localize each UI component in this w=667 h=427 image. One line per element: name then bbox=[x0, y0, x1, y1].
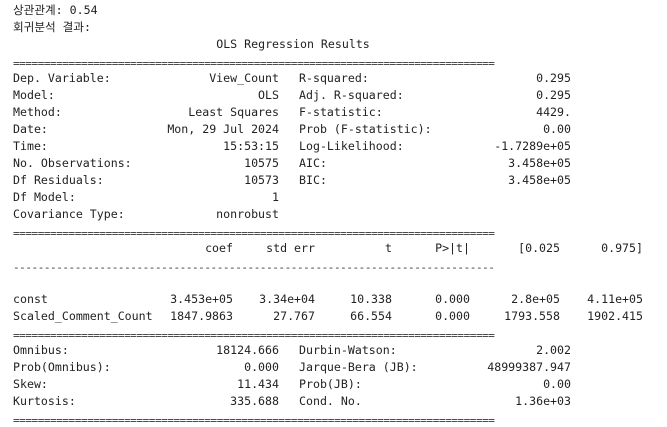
summary-row: Dep. Variable: View_Count R-squared: 0.295 bbox=[13, 70, 663, 87]
summary-row: Time: 15:53:15 Log-Likelihood: -1.7289e+05 bbox=[13, 138, 663, 155]
coef-row: const 3.453e+05 3.34e+04 10.338 0.000 2.8e+05… bbox=[13, 291, 663, 308]
coef-value: 66.554 bbox=[350, 309, 392, 323]
coef-value: 10.338 bbox=[350, 292, 392, 306]
stat-value: 15:53:15 bbox=[223, 139, 279, 153]
coef-table: const 3.453e+05 3.34e+04 10.338 0.000 2.8e+05… bbox=[13, 274, 663, 325]
stat-value: Least Squares bbox=[188, 105, 279, 119]
diagnostic-row: Kurtosis: 335.688 Cond. No. 1.36e+03 bbox=[13, 393, 663, 410]
separator-single: ----------------------------------------… bbox=[13, 261, 495, 274]
correlation-line: 상관관계: 0.54 bbox=[13, 2, 663, 19]
summary-row: Covariance Type: nonrobust bbox=[13, 206, 663, 223]
coef-column-header: coef bbox=[205, 241, 233, 255]
summary-row: Df Model: 1 bbox=[13, 189, 663, 206]
stat-value: 10573 bbox=[244, 173, 279, 187]
stat-value: 18124.666 bbox=[216, 343, 279, 357]
stat-value: 1.36e+03 bbox=[515, 394, 571, 408]
stat-value: 4429. bbox=[536, 105, 571, 119]
stat-value: 10575 bbox=[244, 156, 279, 170]
diagnostics-summary: Omnibus: 18124.666 Durbin-Watson: 2.002 Prob… bbox=[13, 342, 663, 410]
stat-value: 0.295 bbox=[536, 71, 571, 85]
coef-value: 1847.9863 bbox=[170, 309, 233, 323]
stat-value: 1 bbox=[272, 190, 279, 204]
coef-value: 0.000 bbox=[435, 292, 470, 306]
coef-value: 3.453e+05 bbox=[170, 292, 233, 306]
diagnostic-row: Omnibus: 18124.666 Durbin-Watson: 2.002 bbox=[13, 342, 663, 359]
summary-row: Method: Least Squares F-statistic: 4429. bbox=[13, 104, 663, 121]
coef-variable-name: const bbox=[13, 292, 48, 306]
coef-value: 1902.415 bbox=[587, 309, 643, 323]
stat-value: OLS bbox=[258, 88, 279, 102]
coef-row: Scaled_Comment_Count 1847.9863 27.767 66.55… bbox=[13, 308, 663, 325]
coef-value: 27.767 bbox=[273, 309, 315, 323]
stat-value: View_Count bbox=[209, 71, 279, 85]
coef-header-row: coef std err t P>|t| [0.025 0.975] bbox=[13, 240, 663, 257]
coef-column-header: 0.975] bbox=[601, 241, 643, 255]
coef-column-header: t bbox=[385, 241, 392, 255]
stat-value: 0.00 bbox=[543, 122, 571, 136]
summary-row: Model: OLS Adj. R-squared: 0.295 bbox=[13, 87, 663, 104]
stat-value: 335.688 bbox=[230, 394, 279, 408]
stat-value: 3.458e+05 bbox=[508, 173, 571, 187]
stat-value: 0.00 bbox=[543, 377, 571, 391]
diagnostic-row: Prob(Omnibus): 0.000 Jarque-Bera (JB): 4899… bbox=[13, 359, 663, 376]
ols-title: OLS Regression Results bbox=[216, 37, 370, 51]
stat-value: 11.434 bbox=[237, 377, 279, 391]
stat-value: 48999387.947 bbox=[487, 360, 571, 374]
separator-double: ========================================… bbox=[13, 329, 495, 342]
ols-summary: OLS Regression Results =================… bbox=[13, 36, 663, 427]
coef-variable-name: Scaled_Comment_Count bbox=[13, 309, 153, 323]
coef-column-header: [0.025 bbox=[518, 241, 560, 255]
correlation-value: 0.54 bbox=[69, 3, 98, 17]
stat-value: 0.295 bbox=[536, 88, 571, 102]
coef-column-header: std err bbox=[266, 241, 315, 255]
summary-row: Date: Mon, 29 Jul 2024 Prob (F-statistic):… bbox=[13, 121, 663, 138]
stat-value: 3.458e+05 bbox=[508, 156, 571, 170]
diagnostic-row: Skew: 11.434 Prob(JB): 0.00 bbox=[13, 376, 663, 393]
separator-double: ========================================… bbox=[13, 227, 495, 240]
stat-value: nonrobust bbox=[216, 207, 279, 221]
separator-double: ========================================… bbox=[13, 414, 495, 427]
coef-value: 2.8e+05 bbox=[511, 292, 560, 306]
stat-value: 2.002 bbox=[536, 343, 571, 357]
separator-double: ========================================… bbox=[13, 57, 495, 70]
correlation-label: 상관관계: bbox=[13, 3, 70, 17]
regression-label: 회귀분석 결과: bbox=[13, 20, 91, 34]
coef-column-header: P>|t| bbox=[435, 241, 470, 255]
coef-value: 0.000 bbox=[435, 309, 470, 323]
coef-value: 1793.558 bbox=[504, 309, 560, 323]
stat-value: 0.000 bbox=[244, 360, 279, 374]
summary-row: No. Observations: 10575 AIC: 3.458e+05 bbox=[13, 155, 663, 172]
model-summary: Dep. Variable: View_Count R-squared: 0.295 M… bbox=[13, 70, 663, 223]
console-output: 상관관계: 0.54 회귀분석 결과: OLS Regression Resul… bbox=[13, 2, 663, 427]
stat-value: Mon, 29 Jul 2024 bbox=[167, 122, 279, 136]
coef-value: 4.11e+05 bbox=[587, 292, 643, 306]
coef-value: 3.34e+04 bbox=[259, 292, 315, 306]
stat-value: -1.7289e+05 bbox=[494, 139, 571, 153]
summary-row: Df Residuals: 10573 BIC: 3.458e+05 bbox=[13, 172, 663, 189]
